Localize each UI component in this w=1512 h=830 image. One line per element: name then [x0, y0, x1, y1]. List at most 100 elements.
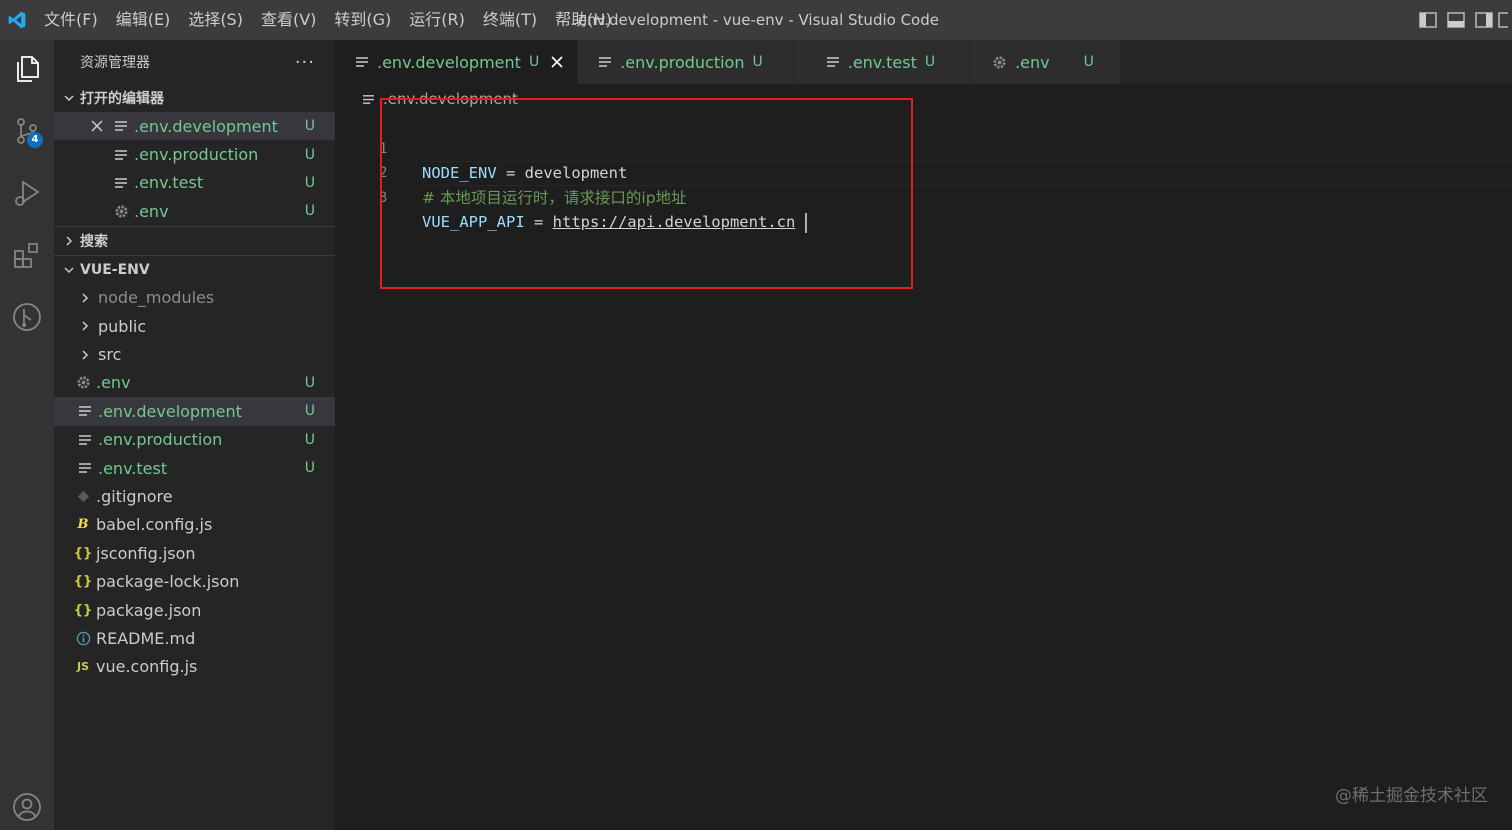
git-status-badge: U [304, 118, 315, 135]
tab-env-test[interactable]: .env.test U [793, 40, 971, 84]
run-debug-icon[interactable] [0, 168, 54, 218]
menu-view[interactable]: 查看(V) [261, 0, 316, 40]
menu-run[interactable]: 运行(R) [409, 0, 465, 40]
babel-icon: B [77, 517, 89, 533]
file-lines-icon [355, 56, 369, 68]
git-status-badge: U [304, 374, 315, 391]
tree-file-env-test[interactable]: .env.test U [54, 454, 335, 482]
git-graph-icon[interactable] [0, 292, 54, 342]
file-lines-icon [76, 402, 94, 420]
tree-item-label: jsconfig.json [96, 543, 196, 563]
menu-file[interactable]: 文件(F) [44, 0, 98, 40]
line-number: 3 [379, 189, 388, 206]
file-lines-icon [112, 117, 130, 135]
file-lines-icon [112, 146, 130, 164]
menu-edit[interactable]: 编辑(E) [116, 0, 171, 40]
toggle-primary-sidebar-icon[interactable] [1414, 0, 1442, 40]
breadcrumb-file: .env.development [383, 90, 518, 108]
tree-item-label: .env.development [98, 401, 242, 421]
toggle-panel-icon[interactable] [1442, 0, 1470, 40]
sidebar-header: 资源管理器 ··· [54, 40, 335, 84]
tree-file-gitignore[interactable]: .gitignore [54, 482, 335, 510]
env-url-value[interactable]: https://api.development.cn [553, 213, 796, 231]
tree-folder-src[interactable]: src [54, 340, 335, 368]
git-diamond-icon [74, 487, 92, 505]
json-braces-icon: {} [73, 602, 93, 618]
close-icon[interactable] [88, 120, 106, 132]
accounts-icon[interactable] [0, 782, 54, 830]
tree-item-label: .env.production [98, 430, 223, 450]
menu-selection[interactable]: 选择(S) [188, 0, 243, 40]
tree-file-env[interactable]: .env U [54, 369, 335, 397]
menu-go[interactable]: 转到(G) [334, 0, 391, 40]
tab-env-development[interactable]: .env.development U [335, 40, 579, 84]
tree-file-jsconfig[interactable]: {} jsconfig.json [54, 539, 335, 567]
git-status-badge: U [304, 146, 315, 163]
open-editor-item[interactable]: .env.test U [54, 169, 335, 197]
tab-env[interactable]: .env U [970, 40, 1121, 84]
more-actions-icon[interactable]: ··· [295, 52, 315, 73]
project-section-label: VUE-ENV [80, 261, 150, 278]
menu-terminal[interactable]: 终端(T) [483, 0, 537, 40]
open-editor-item[interactable]: .env U [54, 197, 335, 225]
git-status-badge: U [528, 54, 540, 70]
close-icon[interactable] [551, 56, 563, 68]
gear-icon [74, 374, 92, 392]
vscode-logo-icon[interactable] [2, 0, 32, 40]
code-content: VUE_APP_API = https://api.development.cn [422, 210, 808, 235]
env-key: VUE_APP_API [422, 213, 525, 231]
open-editors-label: 打开的编辑器 [80, 91, 164, 107]
git-status-badge: U [752, 54, 763, 70]
tree-file-babel-config[interactable]: B babel.config.js [54, 511, 335, 539]
menu-bar: 文件(F) 编辑(E) 选择(S) 查看(V) 转到(G) 运行(R) 终端(T… [44, 0, 630, 40]
code-line: 1 NODE_ENV = development [335, 112, 1512, 183]
tree-file-vue-config[interactable]: JS vue.config.js [54, 653, 335, 681]
tree-item-label: .gitignore [96, 486, 173, 506]
tab-env-production[interactable]: .env.production U [578, 40, 794, 84]
source-control-icon[interactable]: 4 [0, 106, 54, 156]
search-section-label: 搜索 [80, 233, 108, 250]
explorer-sidebar: 资源管理器 ··· 打开的编辑器 .env.development U .env… [54, 40, 335, 830]
chevron-right-icon [76, 289, 94, 307]
project-section-header[interactable]: VUE-ENV [54, 256, 335, 284]
menu-help[interactable]: 帮助(H) [555, 0, 612, 40]
file-lines-icon [826, 56, 840, 68]
tree-file-env-development[interactable]: .env.development U [54, 397, 335, 426]
toggle-secondary-sidebar-icon[interactable] [1470, 0, 1498, 40]
code-editor[interactable]: 1 NODE_ENV = development 2 # 本地项目运行时，请求接… [335, 110, 1512, 830]
tree-item-label: package-lock.json [96, 572, 240, 592]
tree-item-label: README.md [96, 628, 196, 648]
open-editor-item[interactable]: .env.development U [54, 112, 335, 141]
chevron-right-icon [60, 235, 78, 247]
file-lines-icon [598, 56, 612, 68]
extensions-icon[interactable] [0, 230, 54, 280]
git-status-badge: U [1083, 54, 1094, 70]
search-section-header[interactable]: 搜索 [54, 227, 335, 255]
code-line: 2 # 本地项目运行时，请求接口的ip地址 [335, 137, 1512, 207]
editor-tabs: .env.development U .env.production U .en… [335, 40, 1512, 84]
json-braces-icon: {} [73, 574, 93, 590]
tree-item-label: babel.config.js [96, 515, 213, 535]
tree-file-package[interactable]: {} package.json [54, 596, 335, 624]
code-line: 3 VUE_APP_API = https://api.development.… [335, 161, 1512, 233]
tree-item-label: .env [96, 373, 131, 393]
tree-file-readme[interactable]: README.md [54, 624, 335, 652]
open-editors-header[interactable]: 打开的编辑器 [54, 84, 335, 112]
tree-file-package-lock[interactable]: {} package-lock.json [54, 567, 335, 595]
git-status-badge: U [304, 203, 315, 220]
tree-item-label: public [98, 316, 147, 336]
json-braces-icon: {} [73, 545, 93, 561]
breadcrumb[interactable]: .env.development [362, 88, 518, 110]
customize-layout-icon[interactable] [1498, 0, 1512, 40]
explorer-icon[interactable] [0, 44, 54, 94]
gear-icon [112, 202, 130, 220]
gear-icon [992, 55, 1007, 70]
tree-folder-node-modules[interactable]: node_modules [54, 284, 335, 312]
tree-file-env-production[interactable]: .env.production U [54, 426, 335, 454]
file-lines-icon [362, 94, 375, 105]
title-bar: 文件(F) 编辑(E) 选择(S) 查看(V) 转到(G) 运行(R) 终端(T… [0, 0, 1512, 40]
tab-label: .env [1015, 52, 1050, 72]
tree-folder-public[interactable]: public [54, 312, 335, 340]
open-editor-item[interactable]: .env.production U [54, 140, 335, 168]
source-control-badge: 4 [27, 132, 43, 148]
